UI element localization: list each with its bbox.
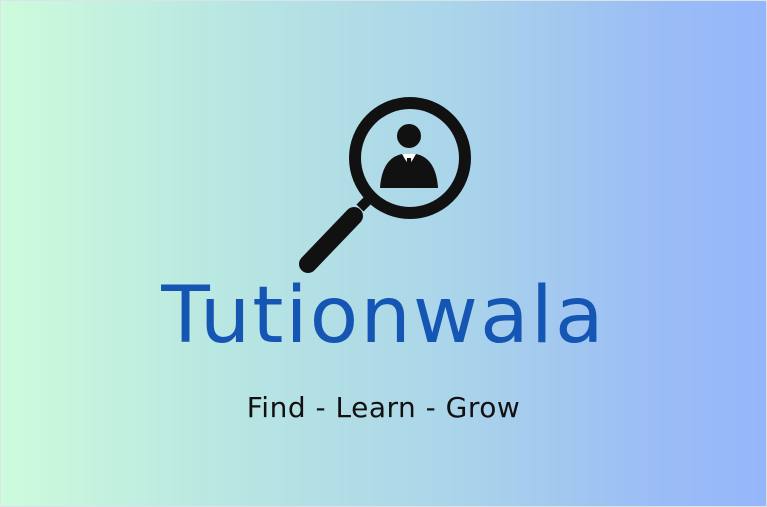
magnifier-neck bbox=[356, 194, 374, 212]
brand-name: Tutionwala bbox=[161, 271, 606, 361]
tagline: Find - Learn - Grow bbox=[246, 391, 521, 424]
magnifier-person-icon bbox=[299, 97, 471, 273]
person-head bbox=[397, 124, 421, 148]
magnifier-handle bbox=[299, 207, 363, 273]
person-tie bbox=[406, 158, 412, 178]
